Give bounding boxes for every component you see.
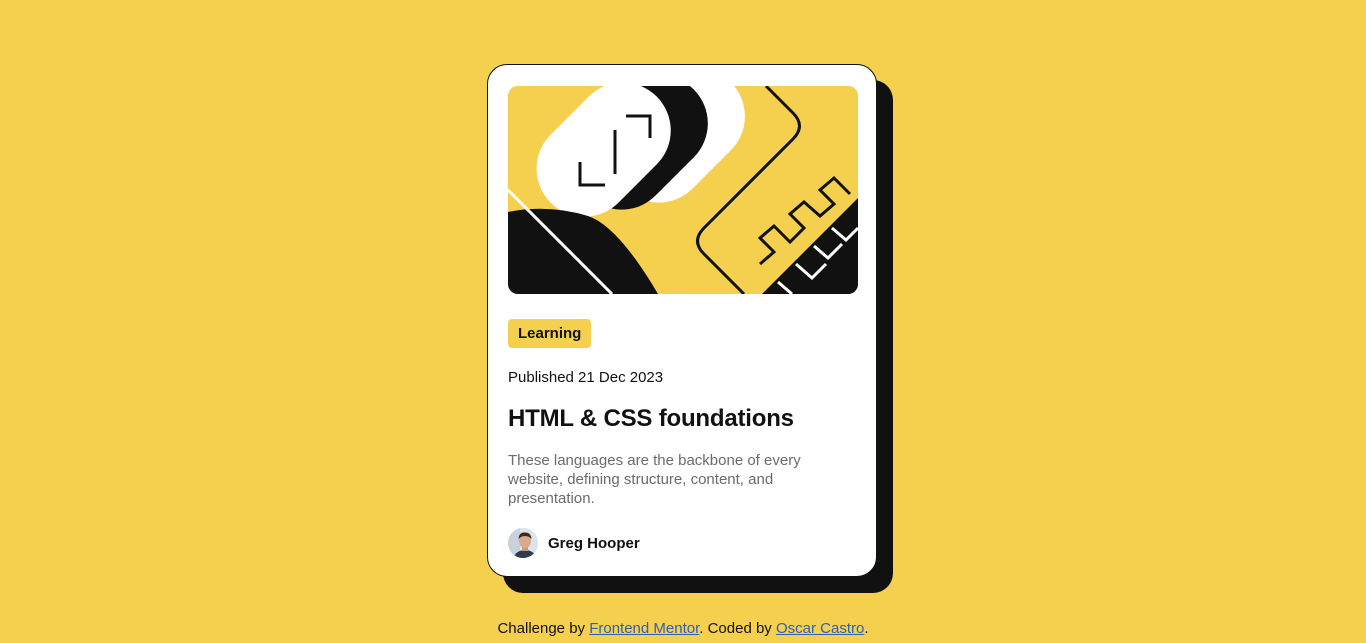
card-title[interactable]: HTML & CSS foundations: [508, 403, 794, 435]
attribution-middle: . Coded by: [699, 620, 776, 637]
card-description: These languages are the backbone of ever…: [508, 452, 801, 507]
attribution-suffix: .: [864, 620, 869, 637]
attribution: Challenge by Frontend Mentor. Coded by O…: [0, 619, 1366, 639]
author-name: Greg Hooper: [548, 534, 640, 552]
attribution-prefix: Challenge by: [497, 620, 590, 637]
frontend-mentor-link[interactable]: Frontend Mentor: [589, 620, 699, 637]
illustration-icon: [508, 86, 858, 294]
blog-preview-card: Learning Published 21 Dec 2023 HTML & CS…: [487, 64, 877, 577]
author: Greg Hooper: [508, 527, 640, 559]
avatar-icon: [508, 528, 538, 558]
published-date: Published 21 Dec 2023: [508, 369, 664, 386]
category-tag: Learning: [508, 319, 592, 348]
author-link[interactable]: Oscar Castro: [776, 620, 864, 637]
